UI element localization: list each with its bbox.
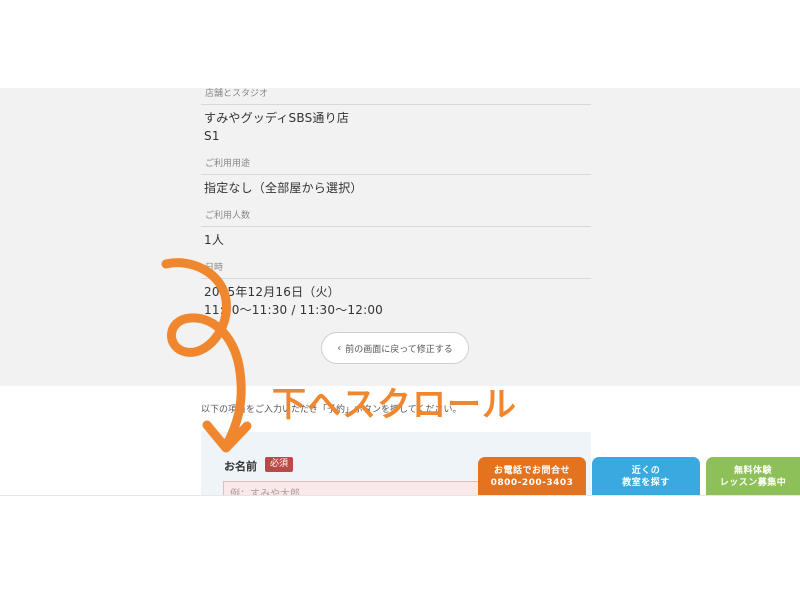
phone-number: 0800-200-3403 [490, 478, 574, 488]
people-value: 1人 [204, 233, 225, 247]
store-name: すみやグッディSBS通り店 [204, 111, 350, 125]
back-to-edit-button[interactable]: ‹ 前の画面に戻って修正する [321, 332, 469, 364]
find-nearby-class-button[interactable]: 近くの 教室を探す [592, 457, 700, 495]
chevron-left-icon: ‹ [337, 342, 342, 354]
store-label: 店舗とスタジオ [205, 89, 269, 99]
page-bottom-edge [0, 495, 800, 496]
scroll-down-annotation: 下へスクロール [272, 385, 517, 425]
trial-cta-line2: レッスン募集中 [719, 478, 787, 488]
studio-name: S1 [204, 129, 220, 143]
back-button-label: 前の画面に戻って修正する [345, 344, 453, 355]
date-value: 2025年12月16日（火） [204, 285, 340, 299]
trial-cta-line1: 無料体験 [733, 466, 772, 476]
people-label: ご利用人数 [205, 211, 251, 221]
near-cta-line2: 教室を探す [622, 478, 670, 488]
time-value: 11:00〜11:30 / 11:30〜12:00 [204, 303, 384, 317]
divider [201, 226, 591, 227]
name-input[interactable]: 例：すみや太郎 [223, 481, 493, 495]
usage-label: ご利用用途 [205, 159, 251, 169]
phone-cta-title: お電話でお問合せ [493, 466, 570, 476]
phone-inquiry-button[interactable]: お電話でお問合せ 0800-200-3403 [478, 457, 586, 495]
near-cta-line1: 近くの [631, 466, 661, 476]
divider [201, 278, 591, 279]
divider [201, 104, 591, 105]
name-field-label: お名前 [224, 460, 257, 473]
divider [201, 174, 591, 175]
datetime-label: 日時 [205, 263, 224, 273]
free-trial-button[interactable]: 無料体験 レッスン募集中 [706, 457, 800, 495]
usage-value: 指定なし（全部屋から選択） [204, 181, 363, 195]
required-badge: 必須 [265, 457, 294, 472]
